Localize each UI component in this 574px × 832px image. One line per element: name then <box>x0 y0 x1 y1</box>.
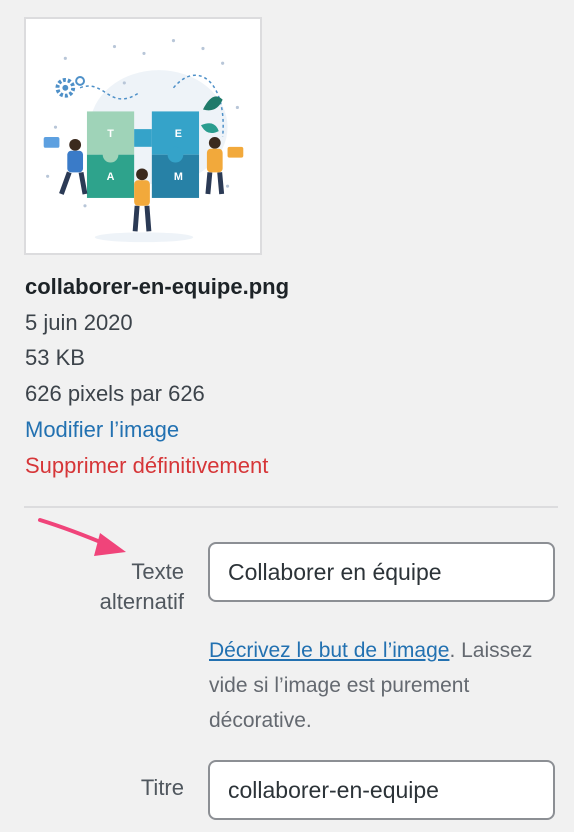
attachment-thumbnail[interactable]: T E A M <box>24 17 262 255</box>
title-label: Titre <box>140 775 184 800</box>
puzzle-letter: M <box>174 171 183 183</box>
upload-date: 5 juin 2020 <box>25 310 133 335</box>
attachment-filename: collaborer-en-equipe.png <box>25 274 290 299</box>
puzzle-letter: A <box>107 171 115 183</box>
delete-permanently-link[interactable]: Supprimer définitivement <box>25 455 268 477</box>
alt-text-help: Décrivez le but de l’image. Laissez vide… <box>209 633 554 738</box>
edit-image-link[interactable]: Modifier l’image <box>25 419 179 441</box>
file-size: 53 KB <box>25 345 85 370</box>
title-input[interactable] <box>208 760 555 820</box>
puzzle-letter: T <box>107 128 114 140</box>
team-puzzle-illustration: T E A M <box>26 19 260 253</box>
puzzle-letter: E <box>175 128 182 140</box>
alt-text-input[interactable] <box>208 542 555 602</box>
image-dimensions: 626 pixels par 626 <box>25 381 205 406</box>
divider <box>24 506 558 508</box>
describe-purpose-link[interactable]: Décrivez le but de l’image <box>209 639 449 662</box>
alt-text-label: Texte alternatif <box>99 559 184 614</box>
